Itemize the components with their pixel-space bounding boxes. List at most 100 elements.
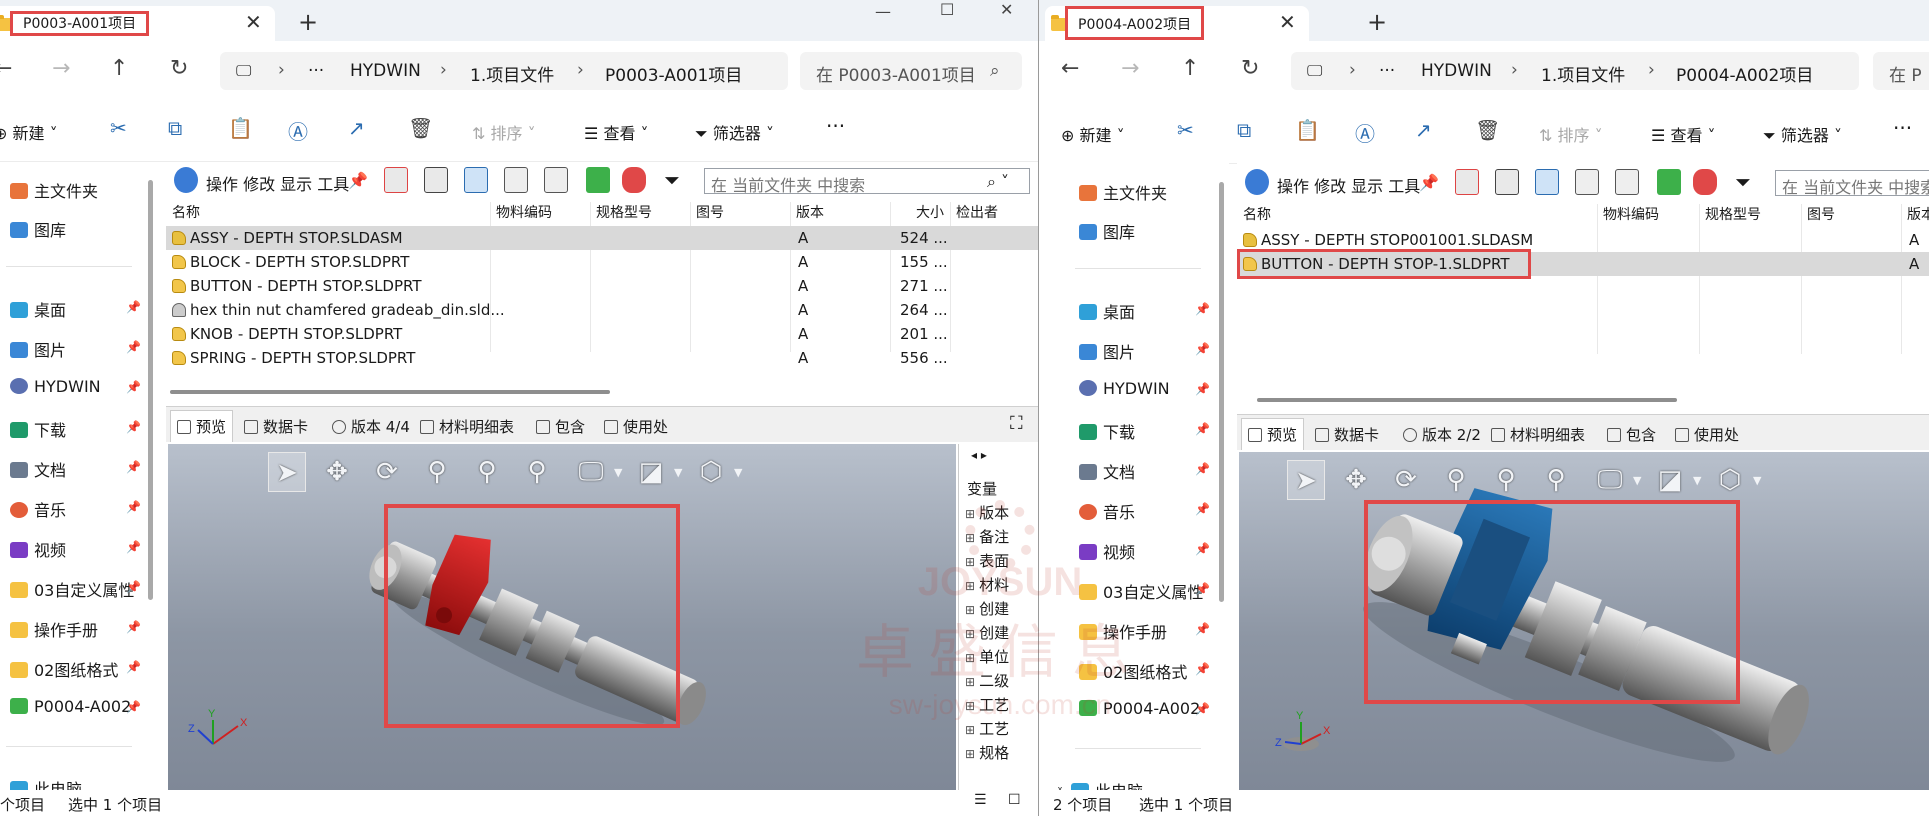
nav-pictures[interactable]: 图片 xyxy=(10,337,66,361)
copy-icon[interactable]: ⧉ xyxy=(168,116,182,140)
dropdown-arrow-icon[interactable]: ⏷ xyxy=(664,168,680,192)
pin-icon[interactable]: 📌 xyxy=(126,580,141,594)
delete-icon[interactable]: 🗑 xyxy=(1475,118,1500,142)
nav-home[interactable]: 主文件夹 xyxy=(1079,180,1167,204)
table-row[interactable]: KNOB - DEPTH STOP.SLDPRT A 201 ... xyxy=(166,322,1038,346)
nav-p0004[interactable]: P0004-A002 xyxy=(1079,699,1200,718)
nav-hydwin[interactable]: HYDWIN xyxy=(10,377,101,396)
pin-icon[interactable]: 📌 xyxy=(1195,662,1210,676)
breadcrumb-current[interactable]: P0003-A001项目 xyxy=(605,61,742,86)
cut-icon[interactable]: ✂ xyxy=(110,116,127,140)
workflow-icon[interactable] xyxy=(586,167,610,193)
pin-icon[interactable]: 📌 xyxy=(126,380,141,394)
tab-preview[interactable]: 预览 xyxy=(1241,418,1305,450)
tab-version[interactable]: 版本 2/2 xyxy=(1403,424,1481,445)
tab-preview[interactable]: 预览 xyxy=(170,410,234,442)
3d-preview[interactable]: ➤ ✥ ⟳ ⚲ ⚲ ⚲ 🖵 ▼ ◪ ▼ ⬡ ▼ X Y Z xyxy=(168,444,956,790)
share-icon[interactable]: ↗ xyxy=(348,116,365,140)
variable-item[interactable]: 二级 xyxy=(965,670,1009,691)
up-button[interactable]: ↑ xyxy=(110,56,128,81)
check-out-icon[interactable] xyxy=(384,167,408,193)
pin-icon[interactable]: 📌 xyxy=(1419,173,1439,192)
more-button[interactable]: ··· xyxy=(1893,116,1912,140)
back-button[interactable]: ← xyxy=(1061,56,1079,81)
pdm-search-input[interactable]: 在 当前文件夹 中搜索 ⌕ ˅ xyxy=(704,168,1030,195)
col-checked-out-by[interactable]: 检出者 xyxy=(956,202,998,222)
variable-item[interactable]: 备注 xyxy=(965,526,1009,547)
pin-icon[interactable]: 📌 xyxy=(126,340,141,354)
nav-music[interactable]: 音乐 xyxy=(1079,499,1135,523)
paste-icon[interactable]: 📋 xyxy=(228,116,253,140)
nav-desktop[interactable]: 桌面 xyxy=(10,297,66,321)
table-row[interactable]: BUTTON - DEPTH STOP.SLDPRT A 271 ... xyxy=(166,274,1038,298)
nav-videos[interactable]: 视频 xyxy=(10,537,66,561)
col-spec[interactable]: 规格型号 xyxy=(596,202,652,222)
pin-icon[interactable]: 📌 xyxy=(1195,302,1210,316)
close-window-button[interactable]: ✕ xyxy=(1000,0,1013,19)
table-row[interactable]: ASSY - DEPTH STOP.SLDASM A 524 ... xyxy=(166,226,1038,250)
breadcrumb-current[interactable]: P0004-A002项目 xyxy=(1676,61,1813,86)
sort-button[interactable]: ⇅ 排序 ˅ xyxy=(1539,122,1603,146)
col-version[interactable]: 版本 xyxy=(1907,204,1929,224)
dropdown-arrow-icon[interactable]: ⏷ xyxy=(1735,170,1751,194)
pin-icon[interactable]: 📌 xyxy=(126,700,141,714)
pin-icon[interactable]: 📌 xyxy=(126,540,141,554)
up-button[interactable]: ↑ xyxy=(1181,56,1199,81)
pin-icon[interactable]: 📌 xyxy=(126,500,141,514)
close-tab-icon[interactable]: ✕ xyxy=(1279,10,1296,34)
pin-icon[interactable]: 📌 xyxy=(1195,622,1210,636)
pin-icon[interactable]: 📌 xyxy=(348,171,368,190)
tab-version[interactable]: 版本 4/4 xyxy=(332,416,410,437)
tab-datacard[interactable]: 数据卡 xyxy=(244,416,308,437)
view-button[interactable]: ☰ 查看 ˅ xyxy=(584,120,649,144)
tab-where-used[interactable]: 使用处 xyxy=(1675,424,1739,445)
get-latest-icon[interactable] xyxy=(464,167,488,193)
structure-icon[interactable] xyxy=(1693,169,1717,195)
more-button[interactable]: ··· xyxy=(826,114,845,138)
breadcrumb-hydwin[interactable]: HYDWIN xyxy=(350,61,421,81)
history-icon[interactable] xyxy=(504,167,528,193)
refresh-button[interactable]: ↻ xyxy=(1241,56,1259,81)
cut-icon[interactable]: ✂ xyxy=(1177,118,1194,142)
rename-icon[interactable]: Ⓐ xyxy=(1355,118,1375,147)
nav-manual[interactable]: 操作手册 xyxy=(10,617,98,641)
scroll-arrows[interactable]: ◂ ▸ xyxy=(971,448,987,462)
tab-where-used[interactable]: 使用处 xyxy=(604,416,668,437)
history-icon[interactable] xyxy=(1575,169,1599,195)
tab-p0004[interactable]: P0004-A002项目 ✕ xyxy=(1045,6,1309,41)
tab-contains[interactable]: 包含 xyxy=(536,416,585,437)
new-button[interactable]: ⊕ 新建 ˅ xyxy=(0,120,58,144)
nav-gallery[interactable]: 图库 xyxy=(1079,219,1135,243)
pin-icon[interactable]: 📌 xyxy=(126,300,141,314)
pdm-search-input[interactable]: 在 当前文件夹 中搜索 xyxy=(1775,170,1929,197)
variable-item[interactable]: 创建 xyxy=(965,598,1009,619)
get-latest-icon[interactable] xyxy=(1535,169,1559,195)
overflow-icon[interactable]: ··· xyxy=(308,61,324,81)
nav-videos[interactable]: 视频 xyxy=(1079,539,1135,563)
close-tab-icon[interactable]: ✕ xyxy=(245,10,262,34)
tab-bom[interactable]: 材料明细表 xyxy=(420,416,514,437)
pdm-menu[interactable]: 操作 修改 显示 工具 xyxy=(1277,173,1420,197)
pin-icon[interactable]: 📌 xyxy=(1195,582,1210,596)
details-view-icon[interactable]: ☰ xyxy=(974,792,987,808)
variable-item[interactable]: 版本 xyxy=(965,502,1009,523)
forward-button[interactable]: → xyxy=(52,56,70,81)
col-drawing-no[interactable]: 图号 xyxy=(696,202,724,222)
horizontal-scrollbar[interactable] xyxy=(1257,398,1677,402)
check-out-icon[interactable] xyxy=(1455,169,1479,195)
nav-home[interactable]: 主文件夹 xyxy=(10,178,98,202)
variable-item[interactable]: 材料 xyxy=(965,574,1009,595)
pin-icon[interactable]: 📌 xyxy=(1195,422,1210,436)
breadcrumb-hydwin[interactable]: HYDWIN xyxy=(1421,61,1492,81)
horizontal-scrollbar[interactable] xyxy=(170,390,610,394)
preview-icon[interactable] xyxy=(544,167,568,193)
nav-pictures[interactable]: 图片 xyxy=(1079,339,1135,363)
nav-scrollbar[interactable] xyxy=(148,180,153,600)
nav-custom-props[interactable]: 03自定义属性 xyxy=(1079,579,1203,603)
nav-drawing-formats[interactable]: 02图纸格式 xyxy=(10,657,118,681)
forward-button[interactable]: → xyxy=(1121,56,1139,81)
col-drawing-no[interactable]: 图号 xyxy=(1807,204,1835,224)
pin-icon[interactable]: 📌 xyxy=(126,460,141,474)
nav-music[interactable]: 音乐 xyxy=(10,497,66,521)
3d-preview[interactable]: ➤ ✥ ⟳ ⚲ ⚲ ⚲ 🖵 ▼ ◪ ▼ ⬡ ▼ X Y Z xyxy=(1239,452,1929,790)
